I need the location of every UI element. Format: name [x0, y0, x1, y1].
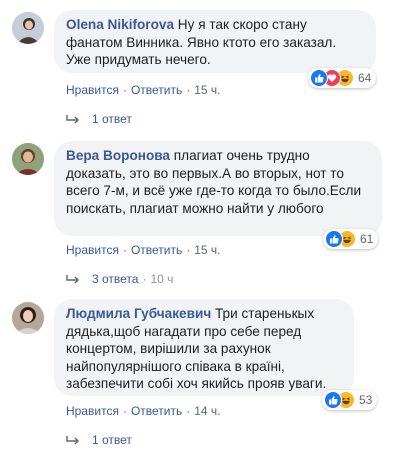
comment-actions: Нравится · Ответить · 14 ч.	[66, 404, 221, 418]
reply-arrow-icon	[66, 274, 80, 284]
replies-count[interactable]: 1 ответ	[92, 433, 132, 447]
like-icon	[325, 230, 343, 248]
replies-link[interactable]: 1 ответ	[66, 112, 132, 126]
timestamp[interactable]: 14 ч.	[194, 404, 220, 418]
comment-bubble: Людмила Губчакевич Три старенькых дядька…	[54, 299, 354, 396]
timestamp[interactable]: 15 ч.	[194, 243, 220, 257]
reaction-count: 53	[359, 393, 373, 407]
reaction-count: 61	[360, 232, 374, 246]
reply-button[interactable]: Ответить	[131, 83, 182, 97]
separator: ·	[186, 404, 191, 418]
separator: ·	[122, 243, 127, 257]
reaction-count: 64	[358, 71, 372, 85]
avatar[interactable]	[12, 12, 44, 44]
reaction-summary[interactable]: 64	[308, 68, 377, 88]
replies-link[interactable]: 1 ответ	[66, 433, 132, 447]
separator: ·	[122, 83, 127, 97]
comment-author[interactable]: Вера Воронова	[66, 148, 170, 163]
reply-button[interactable]: Ответить	[131, 243, 182, 257]
separator: ·	[122, 404, 127, 418]
comment-actions: Нравится · Ответить · 15 ч.	[66, 243, 221, 257]
separator: ·	[186, 243, 191, 257]
comment-bubble: Olena Nikiforova Ну я так скоро стану фа…	[54, 10, 376, 73]
reply-timestamp[interactable]: 10 ч	[150, 272, 173, 286]
comment-author[interactable]: Людмила Губчакевич	[66, 306, 211, 321]
reply-button[interactable]: Ответить	[131, 404, 182, 418]
like-button[interactable]: Нравится	[66, 83, 119, 97]
replies-link[interactable]: 3 ответа · 10 ч	[66, 272, 173, 286]
comment-author[interactable]: Olena Nikiforova	[66, 17, 174, 32]
like-button[interactable]: Нравится	[66, 404, 119, 418]
avatar[interactable]	[12, 302, 44, 334]
reaction-summary[interactable]: 53	[322, 390, 378, 410]
separator: ·	[142, 272, 147, 286]
replies-count[interactable]: 3 ответа	[92, 272, 138, 286]
reaction-summary[interactable]: 61	[323, 229, 379, 249]
like-icon	[310, 69, 328, 87]
reply-arrow-icon	[66, 114, 80, 124]
avatar[interactable]	[12, 143, 44, 175]
reply-arrow-icon	[66, 435, 80, 445]
like-button[interactable]: Нравится	[66, 243, 119, 257]
separator: ·	[186, 83, 191, 97]
comment-actions: Нравится · Ответить · 15 ч.	[66, 83, 221, 97]
comment-bubble: Вера Воронова плагиат очень трудно доказ…	[54, 141, 382, 236]
replies-count[interactable]: 1 ответ	[92, 112, 132, 126]
timestamp[interactable]: 15 ч.	[194, 83, 220, 97]
like-icon	[324, 391, 342, 409]
